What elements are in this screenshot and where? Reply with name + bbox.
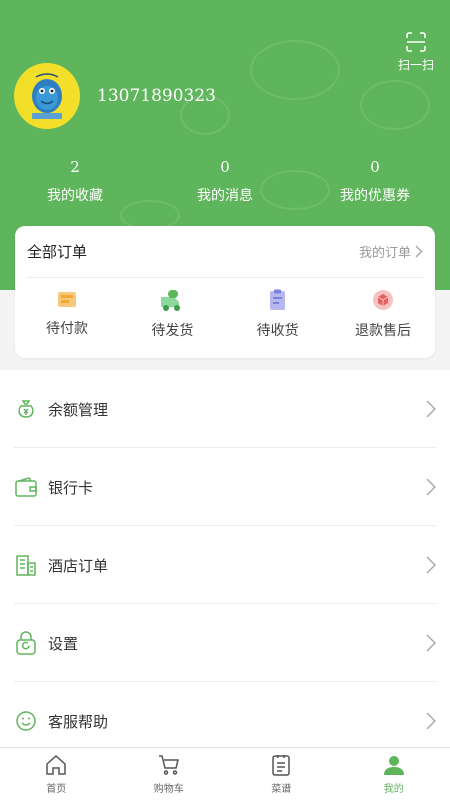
scan-icon [406,32,426,52]
scan-label: 扫一扫 [397,58,434,72]
smile-icon [16,711,36,731]
building-icon [16,555,36,576]
chevron-right-icon [426,634,436,652]
chevron-right-icon [426,556,436,574]
chevron-right-icon [426,400,436,418]
stat-count: 0 [220,158,230,176]
avatar-logo [32,73,62,119]
order-state-label: 待发货 [151,323,194,339]
tab-label: 菜谱 [271,784,292,795]
my-orders-link[interactable]: 我的订单 [359,242,423,261]
menu-item-label: 余额管理 [48,400,109,419]
tab-profile[interactable]: 我的 [338,748,450,800]
stat-label: 我的收藏 [47,188,103,204]
cart-icon [158,755,179,775]
orders-header: 全部订单 我的订单 [27,226,423,278]
menu-item-label: 客服帮助 [48,712,109,731]
my-orders-link-label: 我的订单 [358,246,411,261]
truck-icon [161,290,181,311]
person-icon [383,756,404,775]
tab-label: 首页 [46,784,67,795]
stat-count: 0 [370,158,380,176]
money-bag-icon [18,400,34,418]
order-state-label: 待收货 [256,323,299,339]
clipboard-icon [269,289,285,310]
wallet-icon [58,292,76,307]
menu-item-settings[interactable]: 设置 [0,604,450,682]
tab-recipes[interactable]: 菜谱 [225,748,338,800]
menu-item-bank-card[interactable]: 银行卡 [0,448,450,526]
chevron-right-icon [426,712,436,730]
stat-favorites[interactable]: 2 我的收藏 [0,158,150,205]
bottom-tab-bar: 首页 购物车 菜谱 我的 [0,747,450,800]
order-states: 待付款 待发货 待收货 退款售后 [15,288,435,348]
lock-settings-icon [16,631,36,655]
order-state-label: 退款售后 [354,323,411,339]
order-state-pending-receipt[interactable]: 待收货 [238,288,318,348]
avatar[interactable] [14,63,80,129]
menu-item-label: 酒店订单 [48,556,109,575]
stat-messages[interactable]: 0 我的消息 [150,158,300,205]
tab-cart[interactable]: 购物车 [113,748,226,800]
order-state-pending-payment[interactable]: 待付款 [27,288,107,348]
settings-menu: 余额管理 银行卡 酒店订单 设置 客服帮助 [0,370,450,747]
orders-title: 全部订单 [27,243,88,261]
stat-label: 我的优惠券 [340,188,410,204]
menu-item-customer-service[interactable]: 客服帮助 [0,682,450,747]
scan-button[interactable]: 扫一扫 [396,30,436,73]
header-decoration [250,40,340,100]
order-state-pending-shipment[interactable]: 待发货 [132,288,212,348]
orders-card: 全部订单 我的订单 待付款 待发货 待收货 退款售后 [15,226,435,358]
menu-item-balance[interactable]: 余额管理 [0,370,450,448]
home-icon [46,754,66,775]
user-stats: 2 我的收藏 0 我的消息 0 我的优惠券 [0,158,450,205]
stat-label: 我的消息 [197,188,253,204]
header-decoration [360,80,430,130]
menu-item-label: 银行卡 [48,478,94,497]
order-state-refund[interactable]: 退款售后 [343,288,423,348]
tab-label: 我的 [383,784,404,795]
wallet-card-icon [15,477,37,497]
user-phone[interactable]: 13071890323 [97,86,216,106]
stat-coupons[interactable]: 0 我的优惠券 [300,158,450,205]
recipe-icon [272,755,290,776]
tab-label: 购物车 [153,784,184,795]
menu-item-hotel-orders[interactable]: 酒店订单 [0,526,450,604]
chevron-right-icon [415,245,423,258]
chevron-right-icon [426,478,436,496]
order-state-label: 待付款 [46,321,88,337]
tab-home[interactable]: 首页 [0,748,113,800]
box-icon [372,290,393,310]
menu-item-label: 设置 [48,634,79,653]
stat-count: 2 [70,158,80,176]
